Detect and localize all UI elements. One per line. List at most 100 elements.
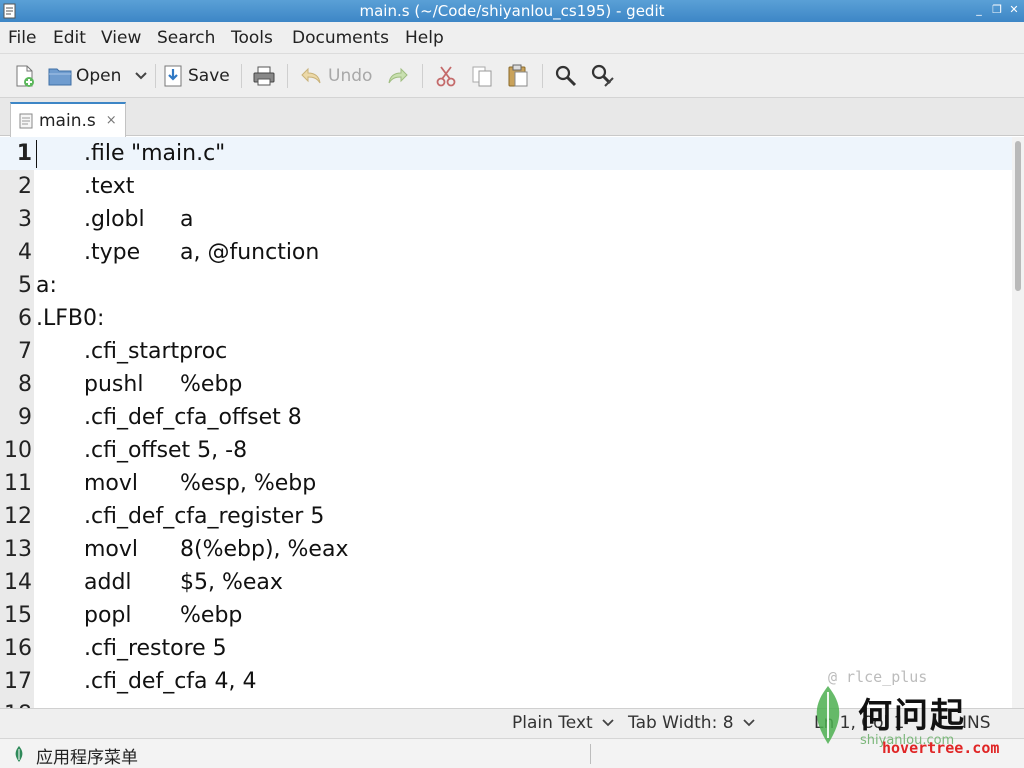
insert-mode: INS — [962, 713, 991, 733]
toolbar-separator — [422, 64, 423, 88]
line-number: 16 — [4, 636, 32, 661]
undo-button[interactable]: Undo — [300, 62, 372, 90]
code-line[interactable]: 1 .file "main.c" — [0, 137, 1012, 170]
code-line[interactable]: 14 addl $5, %eax — [0, 566, 1012, 599]
save-label: Save — [188, 66, 230, 86]
text-cursor — [36, 140, 37, 168]
code-line[interactable]: 3 .globl a — [0, 203, 1012, 236]
menu-tools[interactable]: Tools — [231, 28, 273, 48]
code-line[interactable]: 2 .text — [0, 170, 1012, 203]
mnemonic: popl — [84, 603, 132, 628]
code-line[interactable]: 12 .cfi_def_cfa_register 5 — [0, 500, 1012, 533]
maximize-button[interactable]: ❐ — [990, 3, 1004, 17]
tab-close-button[interactable]: × — [106, 113, 117, 128]
cut-button[interactable] — [435, 62, 457, 90]
menu-bar: File Edit View Search Tools Documents He… — [0, 22, 1024, 54]
code-line[interactable]: 16 .cfi_restore 5 — [0, 632, 1012, 665]
chevron-down-icon — [743, 719, 755, 727]
code-line[interactable]: 8 pushl %ebp — [0, 368, 1012, 401]
scrollbar-thumb[interactable] — [1015, 141, 1021, 291]
mnemonic: .type — [84, 240, 141, 265]
app-menu-label[interactable]: 应用程序菜单 — [36, 743, 138, 768]
chevron-down-icon — [135, 72, 147, 80]
mnemonic: .LFB0: — [36, 306, 105, 331]
shiyanlou-logo — [816, 686, 840, 744]
operands: %esp, %ebp — [180, 471, 317, 496]
code-line[interactable]: 11 movl %esp, %ebp — [0, 467, 1012, 500]
menu-search[interactable]: Search — [157, 28, 215, 48]
open-label: Open — [76, 66, 122, 86]
code-line[interactable]: 6 .LFB0: — [0, 302, 1012, 335]
menu-documents[interactable]: Documents — [292, 28, 389, 48]
mnemonic: addl — [84, 570, 132, 595]
menu-edit[interactable]: Edit — [53, 28, 86, 48]
paste-button[interactable] — [507, 62, 529, 90]
code-line[interactable]: 9 .cfi_def_cfa_offset 8 — [0, 401, 1012, 434]
operands: $5, %eax — [180, 570, 283, 595]
mnemonic: movl — [84, 471, 139, 496]
toolbar-separator — [542, 64, 543, 88]
menu-view[interactable]: View — [101, 28, 141, 48]
line-number: 9 — [18, 405, 32, 430]
operands: a — [180, 207, 194, 232]
line-number: 17 — [4, 669, 32, 694]
toolbar: Open Save Undo — [0, 54, 1024, 98]
language-label: Plain Text — [512, 713, 593, 733]
code-line[interactable]: 7 .cfi_startproc — [0, 335, 1012, 368]
toolbar-separator — [287, 64, 288, 88]
new-document-button[interactable] — [14, 62, 36, 90]
operands: a, @function — [180, 240, 320, 265]
copy-icon — [472, 66, 492, 87]
redo-icon — [388, 67, 408, 84]
paste-icon — [508, 64, 528, 87]
editor-area[interactable]: 1 .file "main.c" 2 .text 3 .globl a 4 .type a, @fu… — [0, 137, 1024, 708]
brand-watermark: 何问起 — [858, 696, 966, 736]
menu-file[interactable]: File — [8, 28, 36, 48]
code-line[interactable]: 4 .type a, @function — [0, 236, 1012, 269]
find-replace-icon — [591, 64, 614, 87]
search-icon — [555, 65, 577, 87]
line-number: 5 — [18, 273, 32, 298]
redo-button[interactable] — [387, 62, 409, 90]
save-button[interactable]: Save — [164, 62, 230, 90]
title-bar: main.s (~/Code/shiyanlou_cs195) - gedit … — [0, 0, 1024, 22]
new-document-icon — [16, 65, 34, 87]
chevron-down-icon — [602, 719, 614, 727]
tab-label: main.s — [39, 110, 96, 131]
line-number: 14 — [4, 570, 32, 595]
open-button[interactable]: Open — [48, 62, 121, 90]
mnemonic: .cfi_startproc — [84, 339, 228, 364]
code-line[interactable]: 10 .cfi_offset 5, -8 — [0, 434, 1012, 467]
find-replace-button[interactable] — [591, 62, 615, 90]
find-button[interactable] — [555, 62, 577, 90]
print-button[interactable] — [252, 62, 276, 90]
minimize-button[interactable]: _ — [972, 3, 986, 17]
mnemonic: pushl — [84, 372, 144, 397]
tab-width-selector[interactable]: Tab Width: 8 — [628, 713, 755, 733]
line-number: 15 — [4, 603, 32, 628]
language-selector[interactable]: Plain Text — [512, 713, 614, 733]
mnemonic: .cfi_def_cfa 4, 4 — [84, 669, 257, 694]
toolbar-separator — [155, 64, 156, 88]
open-recent-dropdown[interactable] — [134, 62, 148, 90]
window-title: main.s (~/Code/shiyanlou_cs195) - gedit — [359, 2, 665, 20]
mnemonic: .text — [84, 174, 135, 199]
line-number: 4 — [18, 240, 32, 265]
menu-help[interactable]: Help — [405, 28, 444, 48]
code-line[interactable]: 15 popl %ebp — [0, 599, 1012, 632]
save-icon — [164, 65, 182, 87]
vertical-scrollbar[interactable] — [1012, 137, 1024, 708]
close-window-button[interactable]: ✕ — [1007, 3, 1021, 17]
toolbar-separator — [241, 64, 242, 88]
tab-main-s[interactable]: main.s × — [10, 102, 126, 137]
code-line[interactable]: 13 movl 8(%ebp), %eax — [0, 533, 1012, 566]
undo-icon — [301, 67, 321, 84]
app-menu-icon[interactable] — [12, 745, 26, 763]
operands: %ebp — [180, 372, 243, 397]
line-number: 12 — [4, 504, 32, 529]
copy-button[interactable] — [471, 62, 493, 90]
line-number: 7 — [18, 339, 32, 364]
code-line[interactable]: 5 a: — [0, 269, 1012, 302]
tab-width-label: Tab Width: 8 — [628, 713, 734, 733]
mnemonic: .cfi_def_cfa_register 5 — [84, 504, 325, 529]
